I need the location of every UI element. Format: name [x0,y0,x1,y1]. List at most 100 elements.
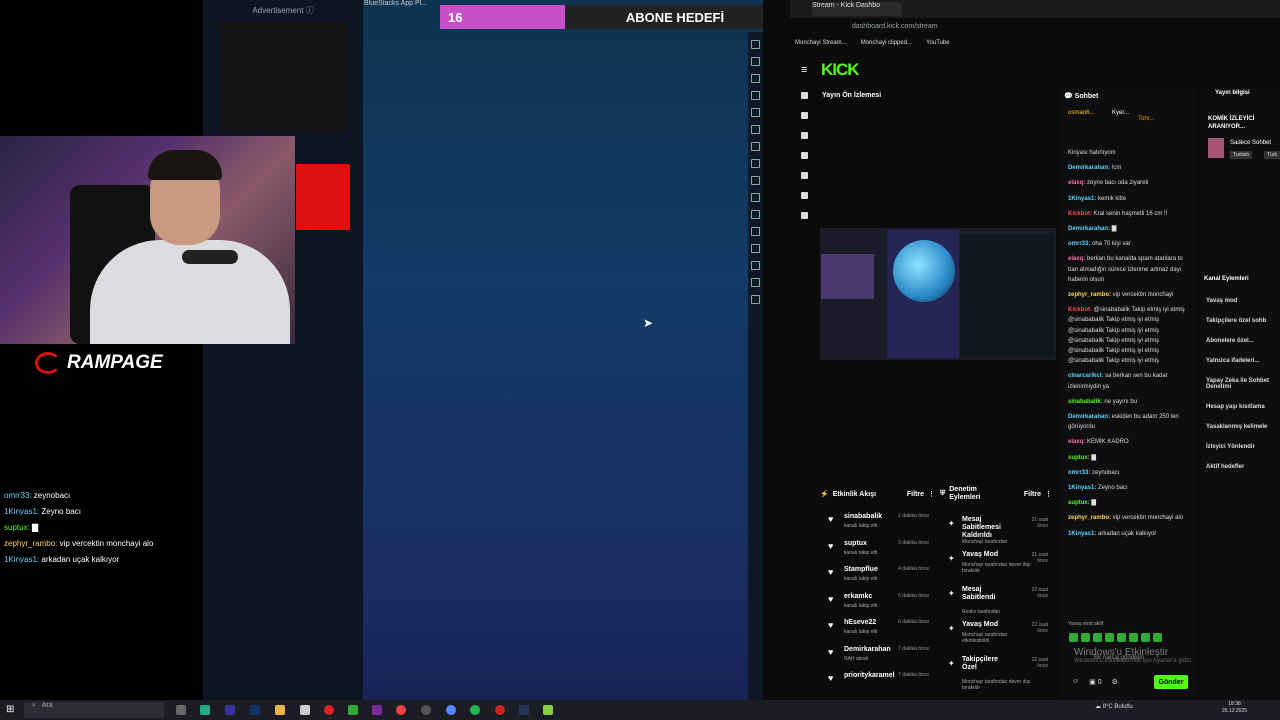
opera-gx-icon[interactable] [495,705,505,715]
sidebar-tool-icon[interactable] [751,74,760,83]
chat-message[interactable]: zephyr_rambo: vip vercektin monchayi [1068,290,1188,300]
notepad-icon[interactable] [300,705,310,715]
chat-message[interactable]: Demirkarahan: ▇ [1068,224,1188,234]
chat-message[interactable]: elaxq: berkan bu kanalda spam atanlara t… [1068,254,1188,285]
sidebar-tool-icon[interactable] [751,295,760,304]
chat-username[interactable]: Kickbot: [1068,307,1092,313]
chat-username[interactable]: omrr33: [1068,470,1090,476]
weather-widget[interactable]: ☁ 8°C Bulutlu [1095,703,1133,710]
chat-message[interactable]: Kinyası hatırlıyom [1068,148,1188,158]
activity-item[interactable]: ♥ sinababalik kanalı takip etti 1 dakika ön… [820,511,935,538]
windows-start-icon[interactable]: ⊞ [6,704,14,715]
tag-turk[interactable]: Türk [1264,151,1280,159]
activity-user[interactable]: prioritykaramel [844,672,895,679]
chat-username[interactable]: elaxq: [1068,439,1085,445]
emote-icon[interactable] [1069,633,1078,642]
bluestacks-window[interactable] [363,0,763,700]
chat-username[interactable]: elaxq: [1068,256,1085,262]
edge-icon[interactable] [200,705,210,715]
photoshop-icon[interactable] [250,705,260,715]
browser-tab-kick[interactable]: Stream - Kick Dashbo [812,2,902,16]
chat-username[interactable]: 1Kinyas1: [1068,196,1096,202]
sidebar-tool-icon[interactable] [751,176,760,185]
chat-message[interactable]: omrr33: zeynobacı [1068,468,1188,478]
chat-username[interactable]: Kickbot: [1068,211,1092,217]
activity-filter[interactable]: Filtre [907,491,924,498]
chat-username[interactable]: suptux: [1068,500,1090,506]
activity-user[interactable]: hEseve22 [844,619,876,626]
channel-action-item[interactable]: Aktif hedefler [1206,464,1280,470]
taskbar-clock[interactable]: 18:38 26.12.2025 [1222,701,1247,715]
sidebar-tool-icon[interactable] [751,40,760,49]
sidebar-tool-icon[interactable] [751,159,760,168]
chat-message[interactable]: 1Kinyas1: Zeyno bacı [1068,483,1188,493]
chrome-icon[interactable] [396,705,406,715]
chat-input[interactable]: Bir mesaj gönderin [1094,655,1144,661]
activity-user[interactable]: erkamkc [844,593,872,600]
channel-action-item[interactable]: Takipçilere özel sohb [1206,318,1280,324]
chat-message[interactable]: sinababalik: ne yayını bu [1068,397,1188,407]
emote-icon[interactable] [1117,633,1126,642]
emote-icon[interactable] [1141,633,1150,642]
sidebar-tool-icon[interactable] [751,278,760,287]
menu-icon[interactable]: ≡ [801,64,807,76]
gift-icon[interactable]: ▣ 0 [1089,678,1101,686]
opera-icon[interactable] [324,705,334,715]
chat-message[interactable]: suptux: ▇ [1068,453,1188,463]
nav-trophy-icon[interactable] [800,132,808,139]
moderation-item[interactable]: ✦ Mesaj Sabitlendi Reokz tarafından 22 saat… [940,585,1052,620]
chat-username[interactable]: cinarcarikci: [1068,373,1103,379]
steam-icon[interactable] [519,705,529,715]
chat-username[interactable]: Demirkarahan: [1068,165,1110,171]
file-explorer-icon[interactable] [275,705,285,715]
more-icon[interactable]: ⋮ [1045,490,1052,498]
moderation-item[interactable]: ✦ Mesaj Sabitlemesi Kaldırıldı Monchayi ta… [940,515,1052,550]
obs-icon[interactable] [421,705,431,715]
chat-message[interactable]: suptux: ▇ [1068,498,1188,508]
sidebar-tool-icon[interactable] [751,261,760,270]
xbox-icon[interactable] [348,705,358,715]
spotify-icon[interactable] [470,705,480,715]
chat-username[interactable]: Demirkarahan: [1068,414,1110,420]
sidebar-tool-icon[interactable] [751,57,760,66]
chat-username[interactable]: 1Kinyas1: [1068,485,1096,491]
chat-username[interactable]: elaxq: [1068,180,1085,186]
activity-item[interactable]: ♥ hEseve22 kanalı takip etti 6 dakika önce [820,617,935,644]
chat-message[interactable]: elaxq: zeyno bacı oda ziyareti [1068,178,1188,188]
discord-icon[interactable] [446,705,456,715]
activity-item[interactable]: ♥ erkamkc kanalı takip etti 5 dakika önce [820,591,935,618]
activity-item[interactable]: ♥ Demirkarahan NAH alındı 7 dakika önce [820,644,935,671]
tag-turkish[interactable]: Turkish [1230,151,1253,159]
moderation-item[interactable]: ✦ Yavaş Mod Monchayi tarafından devre dışı… [940,550,1052,585]
moderation-item[interactable]: ✦ Takipçilere Özel Monchayi tarafından dev… [940,655,1052,691]
chat-message[interactable]: omrr33: oha 70 kişi var [1068,239,1188,249]
chat-message[interactable]: elaxq: KEMİK KADRO [1068,437,1188,447]
app-icon[interactable] [372,705,382,715]
sidebar-tool-icon[interactable] [751,193,760,202]
nav-users-icon[interactable] [800,192,808,199]
bluestacks-icon[interactable] [543,705,553,715]
send-button[interactable]: Gönder [1154,675,1188,689]
channel-action-item[interactable]: Yapay Zeka ile Sohbet Denetimi [1206,378,1280,390]
chat-username[interactable]: zephyr_rambo: [1068,515,1111,521]
chat-message[interactable]: Kickbot: @sinababalik Takip etmiş iyi et… [1068,305,1188,366]
chat-message[interactable]: Demirkarahan: !cm [1068,163,1188,173]
activity-user[interactable]: Demirkarahan [844,646,891,653]
more-icon[interactable]: ⋮ [928,490,935,498]
moderation-filter[interactable]: Filtre [1024,491,1041,498]
chat-username[interactable]: Demirkarahan: [1068,226,1110,232]
sidebar-tool-icon[interactable] [751,244,760,253]
activity-item[interactable]: ♥ prioritykaramel 7 dakika önce [820,670,935,697]
activity-item[interactable]: ♥ suptux kanalı takip etti 3 dakika önce [820,538,935,565]
chat-message[interactable]: zephyr_rambo: vip vercektin monchayi alo [1068,513,1188,523]
sidebar-tool-icon[interactable] [751,108,760,117]
nav-community-icon[interactable] [800,152,808,159]
channel-action-item[interactable]: Hesap yaşı kısıtlama [1206,404,1280,410]
bookmark-item[interactable]: Monchayi clipped... [861,40,912,46]
sidebar-tool-icon[interactable] [751,142,760,151]
channel-action-item[interactable]: Yasaklanmış kelimele [1206,424,1280,430]
emote-icon[interactable] [1105,633,1114,642]
chat-username[interactable]: suptux: [1068,455,1090,461]
bookmark-item[interactable]: YouTube [926,40,950,46]
chat-username[interactable]: omrr33: [1068,241,1090,247]
